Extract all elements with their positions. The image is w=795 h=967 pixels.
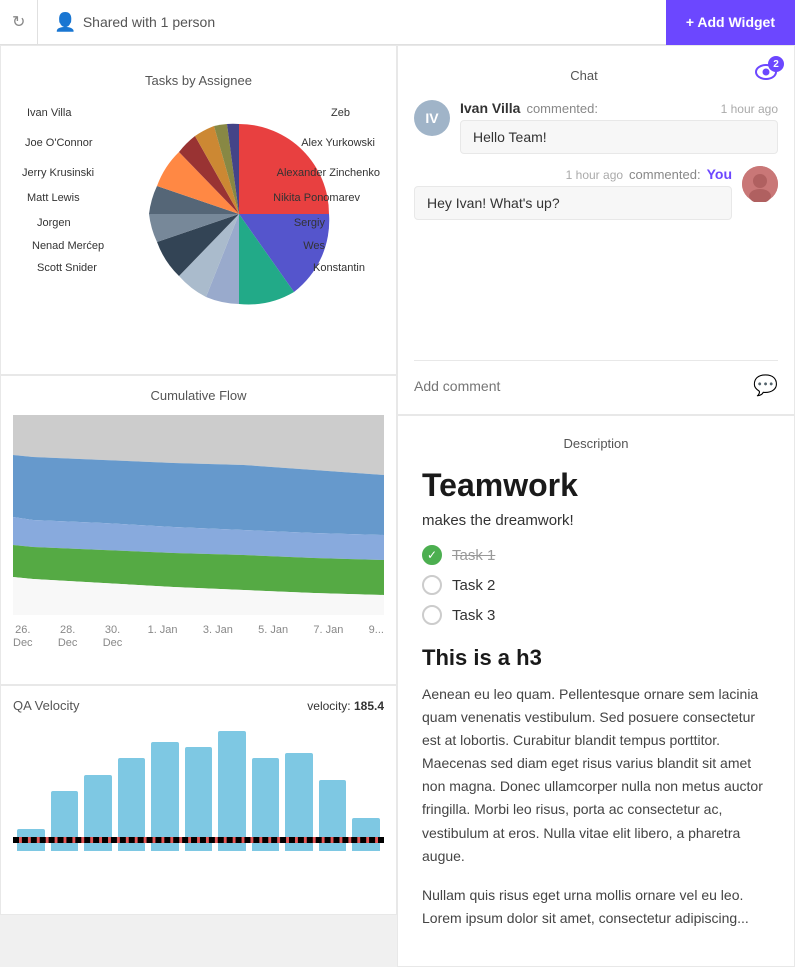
pie-chart-title: Tasks by Assignee — [145, 73, 252, 88]
add-widget-button[interactable]: + Add Widget — [666, 0, 795, 45]
velocity-stat: velocity: 185.4 — [307, 699, 384, 713]
avatar-you — [742, 166, 778, 202]
x-label-3: 30.Dec — [103, 624, 123, 650]
label-zeb: Zeb — [331, 107, 350, 119]
message-text-you: Hey Ivan! What's up? — [414, 186, 732, 220]
message-time-ivan: 1 hour ago — [721, 102, 778, 116]
message-meta-you: You commented: 1 hour ago — [414, 166, 732, 182]
description-widget: Description Teamwork makes the dreamwork… — [397, 415, 795, 967]
shared-label: Shared with 1 person — [83, 14, 215, 30]
x-label-7: 7. Jan — [313, 624, 343, 650]
qa-velocity-widget: QA Velocity velocity: 185.4 — [0, 685, 397, 915]
message-item-ivan: IV Ivan Villa commented: 1 hour ago Hell… — [414, 100, 778, 154]
task-check-3[interactable] — [422, 605, 442, 625]
label-sergiy: Sergiy — [294, 217, 325, 229]
header: ↻ 👤 Shared with 1 person + Add Widget — [0, 0, 795, 45]
label-matt: Matt Lewis — [27, 192, 80, 204]
refresh-icon[interactable]: ↻ — [12, 12, 25, 32]
right-column: Chat 2 IV Iva — [397, 45, 795, 967]
description-main-title: Teamwork — [422, 467, 770, 504]
bar-chart-area — [13, 721, 384, 871]
message-meta-ivan: Ivan Villa commented: 1 hour ago — [460, 100, 778, 116]
label-nikita: Nikita Ponomarev — [273, 192, 360, 204]
task-check-2[interactable] — [422, 575, 442, 595]
x-label-2: 28.Dec — [58, 624, 78, 650]
left-column: Tasks by Assignee — [0, 45, 397, 967]
comment-input-area[interactable]: 💬 — [414, 360, 778, 398]
qa-velocity-title: QA Velocity — [13, 698, 79, 713]
chat-widget: Chat 2 IV Iva — [397, 45, 795, 415]
bars-container — [13, 721, 384, 851]
velocity-bar — [218, 731, 246, 851]
header-left: ↻ 👤 Shared with 1 person — [0, 0, 666, 45]
description-subtitle: makes the dreamwork! — [422, 512, 770, 529]
message-author-you: You — [707, 166, 732, 182]
tasks-by-assignee-widget: Tasks by Assignee — [0, 45, 397, 375]
you-avatar-img — [742, 166, 778, 202]
shared-info: 👤 Shared with 1 person — [37, 0, 215, 45]
message-action-ivan: commented: — [526, 101, 598, 116]
eye-badge-count: 2 — [768, 56, 784, 72]
pie-container: Tasks by Assignee — [17, 62, 380, 358]
messages-area: IV Ivan Villa commented: 1 hour ago Hell… — [414, 100, 778, 360]
label-joe: Joe O'Connor — [25, 137, 93, 149]
chat-header: Chat 2 — [414, 62, 778, 88]
label-ivan: Ivan Villa — [27, 107, 71, 119]
label-wes: Wes — [303, 240, 325, 252]
velocity-header: QA Velocity velocity: 185.4 — [13, 698, 384, 713]
message-text-ivan: Hello Team! — [460, 120, 778, 154]
task-check-1[interactable]: ✓ — [422, 545, 442, 565]
description-h3: This is a h3 — [422, 645, 770, 671]
x-label-1: 26.Dec — [13, 624, 33, 650]
description-body-2: Nullam quis risus eget urna mollis ornar… — [422, 884, 770, 930]
label-alex: Alex Yurkowski — [301, 137, 375, 149]
person-icon: 👤 — [54, 12, 76, 33]
label-nenad: Nenad Merćep — [32, 240, 104, 252]
task-list: ✓ Task 1 Task 2 Task 3 — [422, 545, 770, 625]
task-item-2: Task 2 — [422, 575, 770, 595]
x-label-5: 3. Jan — [203, 624, 233, 650]
chat-bubble-icon: 💬 — [753, 373, 778, 398]
velocity-bar — [352, 818, 380, 851]
label-konstantin: Konstantin — [313, 262, 365, 274]
cumulative-flow-widget: Cumulative Flow 26.Dec 28.Dec 30.Dec 1. … — [0, 375, 397, 685]
task-label-2: Task 2 — [452, 577, 495, 594]
comment-input[interactable] — [414, 378, 745, 394]
label-jorgen: Jorgen — [37, 217, 71, 229]
cumulative-flow-title: Cumulative Flow — [13, 388, 384, 403]
eye-badge: 2 — [754, 62, 778, 88]
task-label-1: Task 1 — [452, 547, 495, 564]
message-action-you: commented: — [629, 167, 701, 182]
label-zinchenko: Alexander Zinchenko — [277, 167, 380, 179]
message-time-you: 1 hour ago — [566, 168, 623, 182]
message-content-ivan: Ivan Villa commented: 1 hour ago Hello T… — [460, 100, 778, 154]
x-label-4: 1. Jan — [148, 624, 178, 650]
message-author-ivan: Ivan Villa — [460, 100, 520, 116]
label-jerry: Jerry Krusinski — [22, 167, 94, 179]
velocity-bar — [185, 747, 213, 851]
message-item-you: You commented: 1 hour ago Hey Ivan! What… — [414, 166, 778, 220]
x-label-6: 5. Jan — [258, 624, 288, 650]
avatar-ivan: IV — [414, 100, 450, 136]
x-label-8: 9... — [369, 624, 384, 650]
main-content: Tasks by Assignee — [0, 45, 795, 967]
message-content-you: You commented: 1 hour ago Hey Ivan! What… — [414, 166, 732, 220]
task-item-1: ✓ Task 1 — [422, 545, 770, 565]
chat-title: Chat — [414, 68, 754, 83]
cumulative-flow-chart — [13, 415, 384, 615]
task-item-3: Task 3 — [422, 605, 770, 625]
description-section-title: Description — [422, 436, 770, 451]
average-line — [13, 837, 384, 843]
description-body-1: Aenean eu leo quam. Pellentesque ornare … — [422, 683, 770, 868]
velocity-bar — [151, 742, 179, 851]
label-scott: Scott Snider — [37, 262, 97, 274]
task-label-3: Task 3 — [452, 607, 495, 624]
